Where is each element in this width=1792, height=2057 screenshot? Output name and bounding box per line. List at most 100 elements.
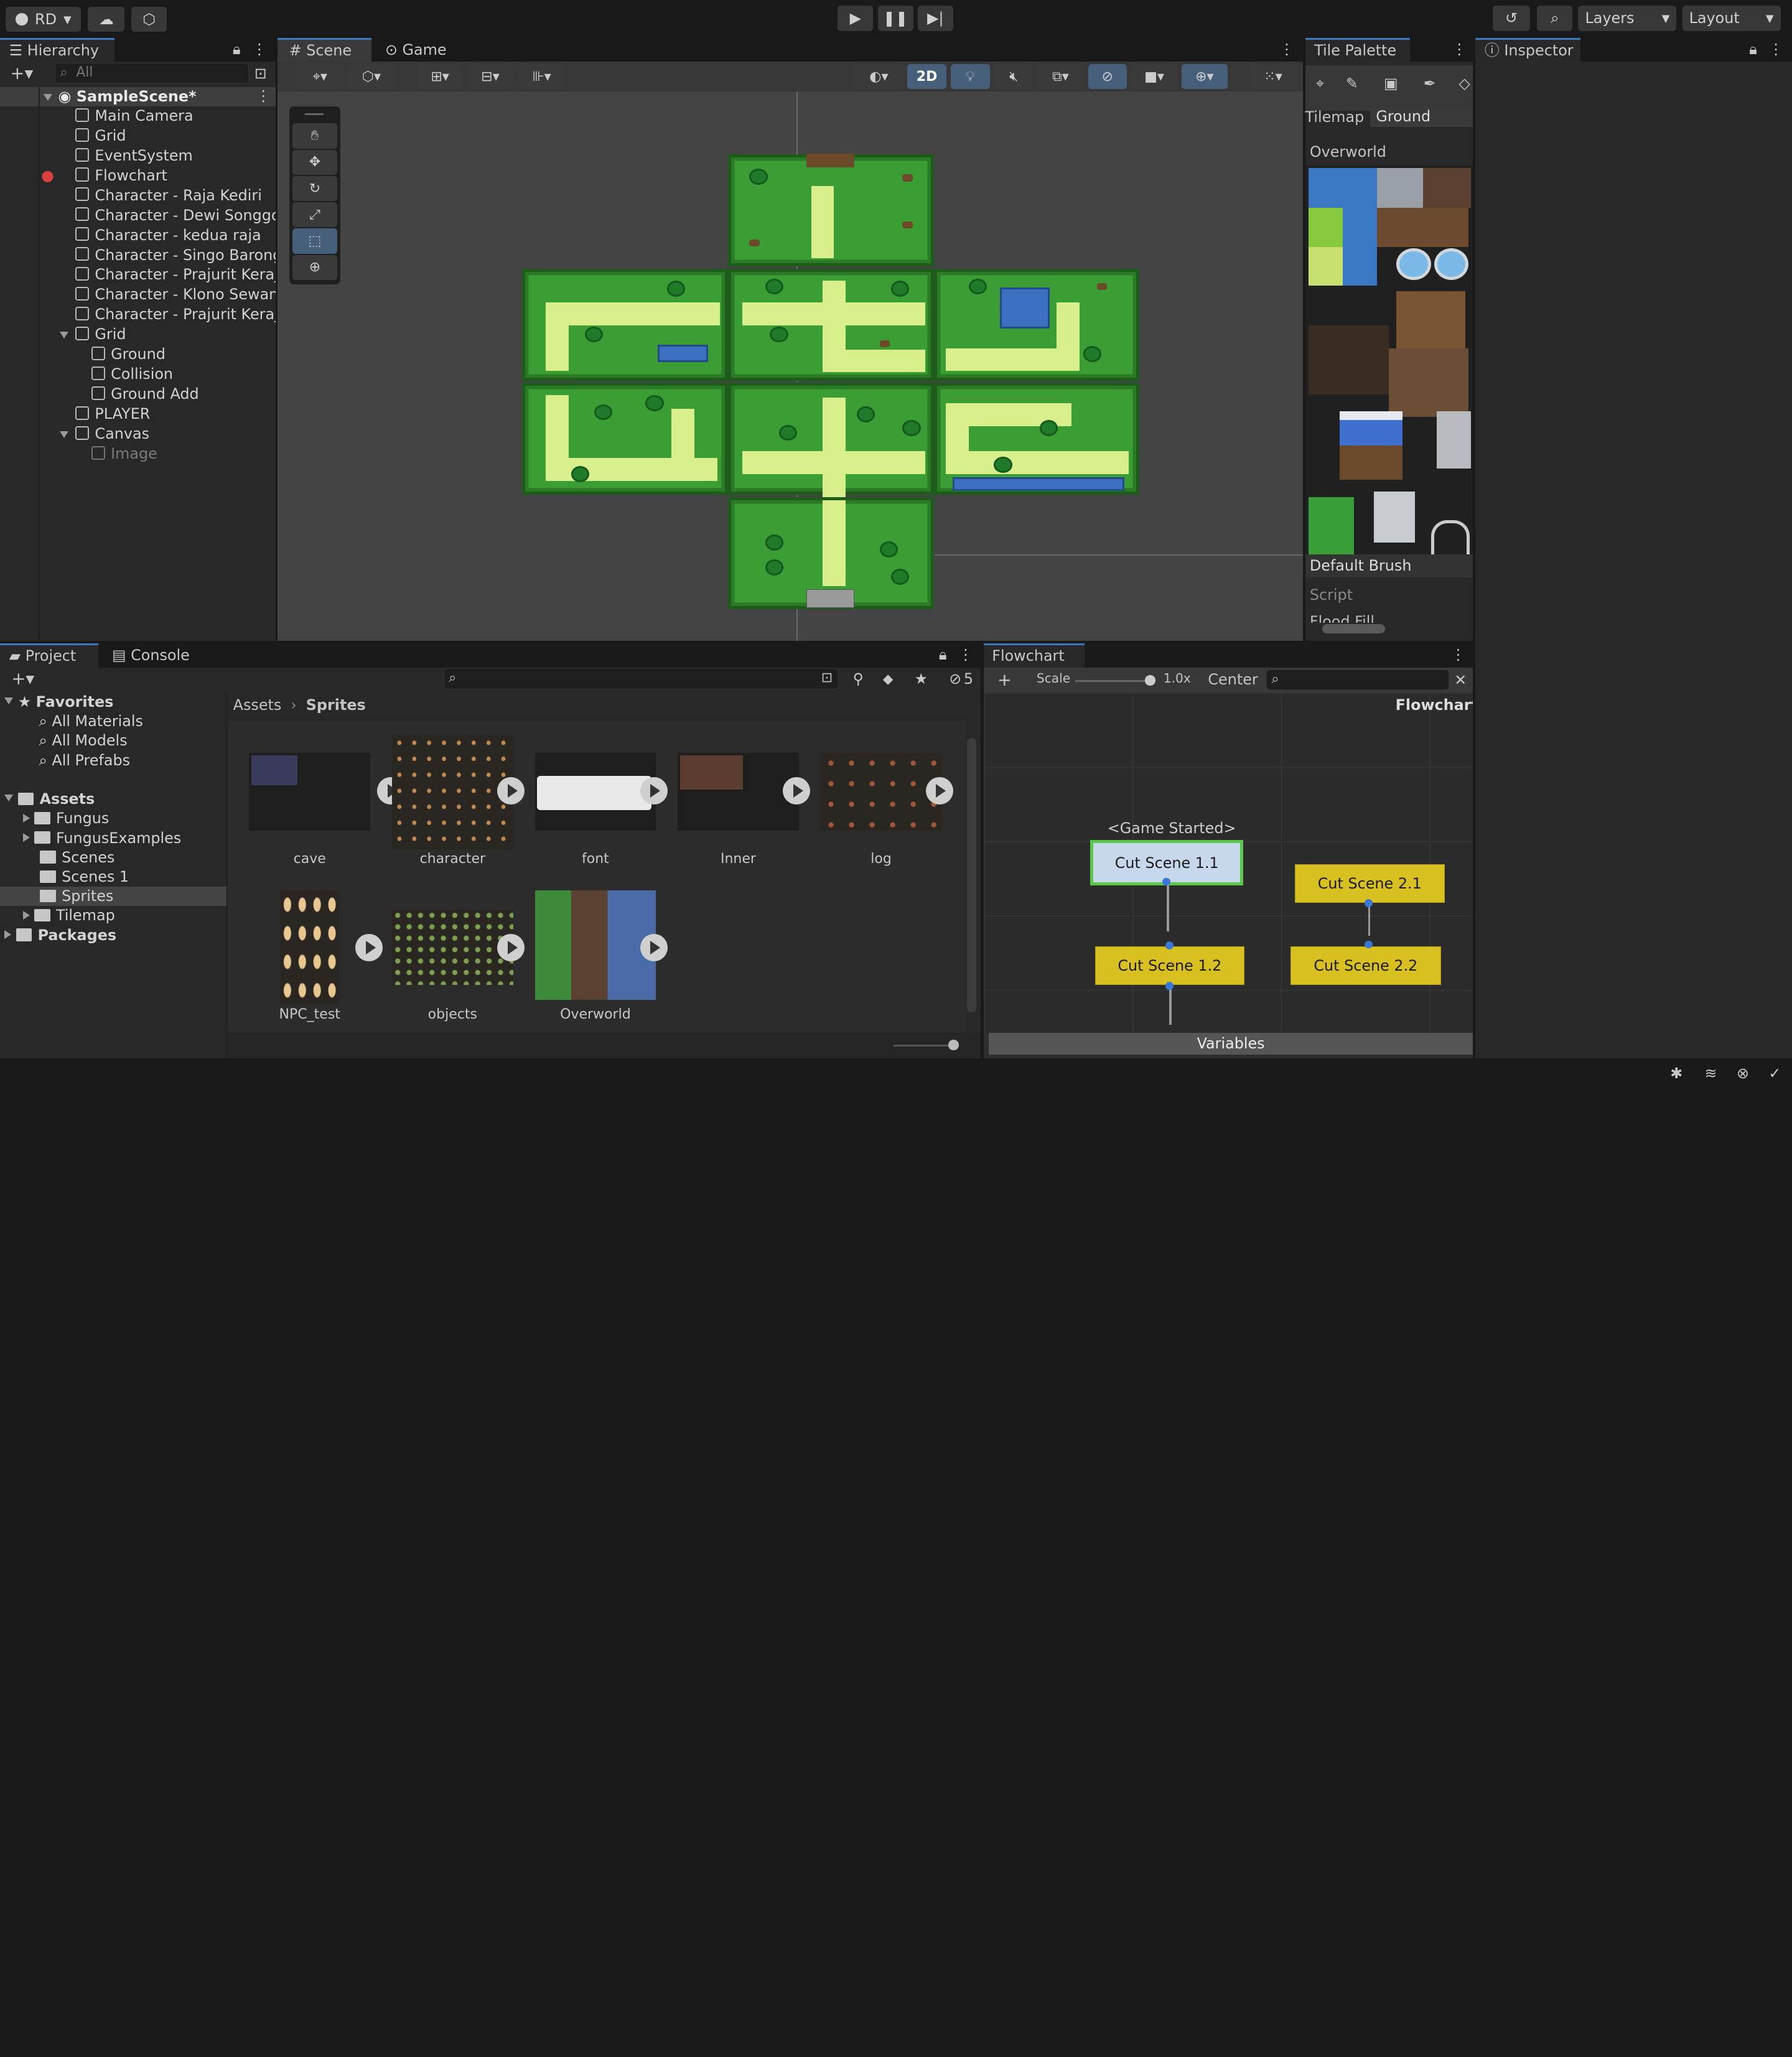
expand-arrow-icon[interactable] [59, 431, 68, 439]
network-icon[interactable]: ⊗ [1732, 1063, 1753, 1083]
brush-dropdown[interactable]: Default Brush [1305, 554, 1473, 577]
scene-row[interactable]: ◉ SampleScene* ⋮ [0, 86, 276, 106]
hierarchy-item[interactable]: EventSystem [75, 146, 193, 166]
play-icon[interactable] [355, 933, 383, 961]
hierarchy-item[interactable]: Collision [91, 365, 173, 384]
more-icon[interactable]: ⋮ [1452, 40, 1468, 58]
search-options-icon[interactable]: ⊡ [821, 669, 833, 687]
breadcrumb-assets[interactable]: Assets [233, 696, 282, 714]
packages-row[interactable]: Packages [4, 926, 116, 945]
play-icon[interactable] [497, 777, 525, 805]
hierarchy-item[interactable]: Flowchart ● [41, 166, 167, 185]
more-icon[interactable]: ⋮ [1768, 40, 1784, 58]
block-cut-scene-2-2[interactable]: Cut Scene 2.2 [1290, 946, 1442, 986]
hierarchy-item[interactable]: Grid [75, 126, 126, 146]
tab-flowchart[interactable]: Flowchart [984, 643, 1085, 668]
flood-fill-option[interactable]: Flood Fill Contiguous [1310, 612, 1458, 623]
add-block-button[interactable]: + [993, 669, 1016, 690]
flowchart-search-input[interactable]: ⌕ [1266, 669, 1449, 691]
folder-item[interactable]: Fungus [22, 809, 109, 828]
select-tool-icon[interactable]: ⌖ [1307, 72, 1332, 95]
hierarchy-item[interactable]: Character - Raja Kediri [75, 186, 262, 205]
folder-item-selected[interactable]: Sprites [0, 887, 226, 907]
tile-grid[interactable] [1305, 166, 1473, 554]
audio-button[interactable]: 🔇︎ [994, 63, 1034, 90]
database-icon[interactable]: ≋ [1701, 1063, 1721, 1083]
step-button[interactable]: ▶| [917, 6, 953, 31]
hierarchy-item[interactable]: PLAYER [75, 404, 150, 424]
tab-game[interactable]: ⊙ Game [376, 38, 467, 62]
tab-inspector[interactable]: ⓘ Inspector [1475, 37, 1581, 62]
tab-console[interactable]: ▤ Console [105, 643, 208, 668]
more-icon[interactable]: ⋮ [1279, 40, 1295, 58]
lighting-button[interactable]: 💡︎ [951, 63, 990, 90]
favorite-item[interactable]: ⌕ All Materials [39, 712, 142, 731]
scene-visibility-icon[interactable]: ⊡ [253, 63, 269, 83]
bug-icon[interactable]: ✱ [1666, 1063, 1687, 1083]
hidden-packages-button[interactable]: ⊘ 5 [944, 668, 978, 689]
check-circle-icon[interactable]: ✓ [1765, 1063, 1785, 1083]
play-icon[interactable] [640, 933, 668, 961]
more-icon[interactable]: ⋮ [958, 646, 974, 664]
center-button[interactable]: Center [1208, 669, 1258, 690]
layers-dropdown[interactable]: Layers ▼ [1578, 6, 1677, 31]
asset-item[interactable] [279, 890, 383, 1005]
account-dropdown[interactable]: RD ▼ [6, 7, 82, 32]
asset-item[interactable] [249, 753, 405, 833]
asset-item[interactable] [534, 890, 668, 1005]
hierarchy-item[interactable]: Image [91, 444, 157, 464]
play-icon[interactable] [497, 933, 525, 961]
breadcrumb-sprites[interactable]: Sprites [306, 696, 366, 714]
visibility-button[interactable]: ⊘ [1088, 63, 1127, 90]
hierarchy-item[interactable]: Character - kedua raja [75, 226, 261, 245]
hierarchy-item[interactable]: Character - Prajurit Keraja [75, 265, 276, 284]
scene-viewport[interactable] [278, 91, 1303, 641]
tab-hierarchy[interactable]: ☰ Hierarchy [0, 37, 114, 62]
history-button[interactable]: ↺ [1492, 6, 1531, 31]
hierarchy-item[interactable]: Ground Add [91, 385, 199, 404]
tab-project[interactable]: ▰ Project [0, 643, 98, 668]
block-cut-scene-1-2[interactable]: Cut Scene 1.2 [1094, 946, 1245, 986]
tab-tile-palette[interactable]: Tile Palette [1305, 37, 1411, 62]
overlay-dropdown[interactable]: ⁙▾ [1250, 63, 1296, 90]
hierarchy-item[interactable]: Character - Singo Barong [75, 246, 276, 265]
search-button[interactable]: ⌕ [1537, 6, 1573, 31]
grid-snap-dropdown[interactable]: ⊟▾ [469, 63, 512, 90]
toggle-2d-button[interactable]: 2D [907, 63, 946, 90]
vertical-scrollbar[interactable] [966, 738, 976, 1013]
play-icon[interactable] [783, 777, 811, 805]
asset-item[interactable] [820, 753, 953, 833]
hierarchy-item[interactable]: Main Camera [75, 106, 194, 126]
brush-tool-icon[interactable]: ✎ [1340, 72, 1365, 95]
snap-dropdown[interactable]: ⊞▾ [418, 63, 462, 90]
camera-dropdown[interactable]: ■▾ [1131, 63, 1177, 90]
asset-item[interactable] [534, 753, 668, 833]
more-icon[interactable]: ⋮ [256, 87, 271, 105]
favorite-item[interactable]: ⌕ All Prefabs [39, 751, 130, 770]
layout-dropdown[interactable]: Layout ▼ [1682, 6, 1781, 31]
more-icon[interactable]: ⋮ [251, 40, 268, 58]
flowchart-canvas[interactable]: Flowchart <Game Started> Cut Scene 1.1 C… [984, 693, 1473, 1036]
block-cut-scene-2-1[interactable]: Cut Scene 2.1 [1294, 864, 1445, 903]
eraser-tool-icon[interactable]: ◇ [1456, 72, 1473, 95]
expand-arrow-icon[interactable] [59, 332, 68, 339]
pause-button[interactable]: ❚❚ [877, 6, 913, 31]
collab-button[interactable]: ⬡ [131, 7, 167, 32]
hierarchy-item[interactable]: Character - Prajurit Keraja [75, 305, 276, 324]
filter-type-icon[interactable]: ⚲ [848, 668, 869, 689]
asset-item[interactable] [391, 734, 525, 849]
pivot-dropdown[interactable]: ⬡▾ [348, 63, 394, 90]
effects-dropdown[interactable]: ⧉▾ [1037, 63, 1084, 90]
create-button[interactable]: +▾ [7, 668, 39, 689]
hierarchy-item[interactable]: Character - Dewi Songgo [75, 206, 276, 225]
assets-row[interactable]: Assets [4, 790, 95, 809]
folder-item[interactable]: Scenes [40, 848, 114, 867]
folder-item[interactable]: Tilemap [22, 906, 115, 925]
picker-tool-icon[interactable]: ✒ [1417, 72, 1442, 95]
asset-item[interactable] [678, 753, 811, 833]
increment-dropdown[interactable]: ⊪▾ [518, 63, 565, 90]
box-fill-tool-icon[interactable]: ▣ [1378, 72, 1403, 95]
asset-item[interactable] [391, 909, 525, 990]
folder-item[interactable]: FungusExamples [22, 829, 181, 848]
lock-icon[interactable]: 🔒︎ [1745, 40, 1762, 58]
